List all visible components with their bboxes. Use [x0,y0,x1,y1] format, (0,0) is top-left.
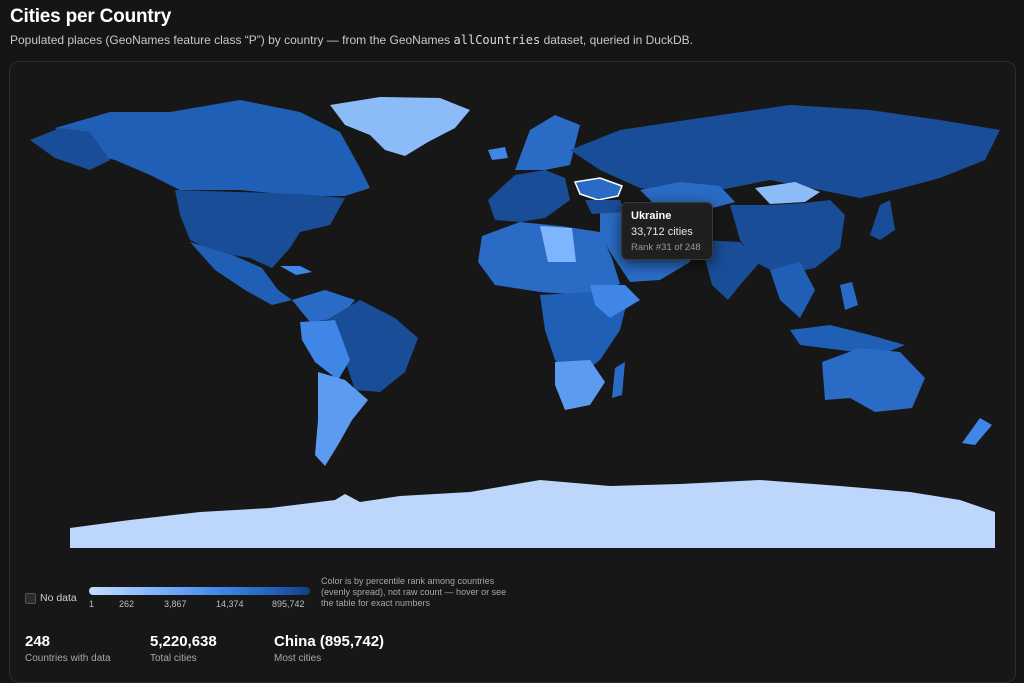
country-philippines[interactable] [840,282,858,310]
dataset-code: allCountries [453,33,541,47]
stat-total-value: 5,220,638 [150,633,217,650]
stat-most-value: China (895,742) [274,633,385,650]
world-choropleth-map[interactable] [10,62,1014,556]
legend-note: Color is by percentile rank among countr… [321,576,507,608]
scale-tick: 3,867 [164,599,187,609]
country-ukraine[interactable] [573,177,623,201]
no-data-label: No data [40,592,77,604]
scale-tick: 14,374 [216,599,244,609]
country-antarctica[interactable] [70,480,995,548]
country-iceland[interactable] [488,147,508,160]
tooltip-city-count: 33,712 cities [631,226,693,238]
scale-tick: 895,742 [272,599,305,609]
page-title: Cities per Country [10,6,172,27]
page-subtitle: Populated places (GeoNames feature class… [10,33,693,47]
country-caribbean[interactable] [280,266,312,275]
stat-total-label: Total cities [150,653,197,664]
stat-countries-label: Countries with data [25,653,111,664]
country-new-zealand[interactable] [962,418,992,445]
country-canada[interactable] [55,100,370,196]
subtitle-text-end: dataset, queried in DuckDB. [540,33,693,47]
country-australia[interactable] [822,348,925,412]
stat-countries-value: 248 [25,633,51,650]
country-japan[interactable] [870,200,895,240]
country-europe-west[interactable] [488,170,570,222]
tooltip-country-name: Ukraine [631,210,672,222]
stat-most-label: Most cities [274,653,322,664]
country-indonesia[interactable] [790,325,905,355]
scale-tick: 262 [119,599,135,609]
country-turkey[interactable] [585,200,625,214]
color-scale-bar [89,587,310,595]
country-greenland[interactable] [330,97,470,156]
subtitle-text: Populated places (GeoNames feature class… [10,33,454,47]
country-tooltip: Ukraine 33,712 cities Rank #31 of 248 [621,202,713,260]
tooltip-rank: Rank #31 of 248 [631,242,701,253]
country-africa-south[interactable] [555,360,605,410]
country-southeast-asia[interactable] [770,262,815,318]
scale-tick: 1 [89,599,95,609]
country-madagascar[interactable] [612,362,625,398]
country-scandinavia[interactable] [515,115,580,170]
no-data-swatch [25,593,36,604]
country-usa[interactable] [175,190,345,268]
